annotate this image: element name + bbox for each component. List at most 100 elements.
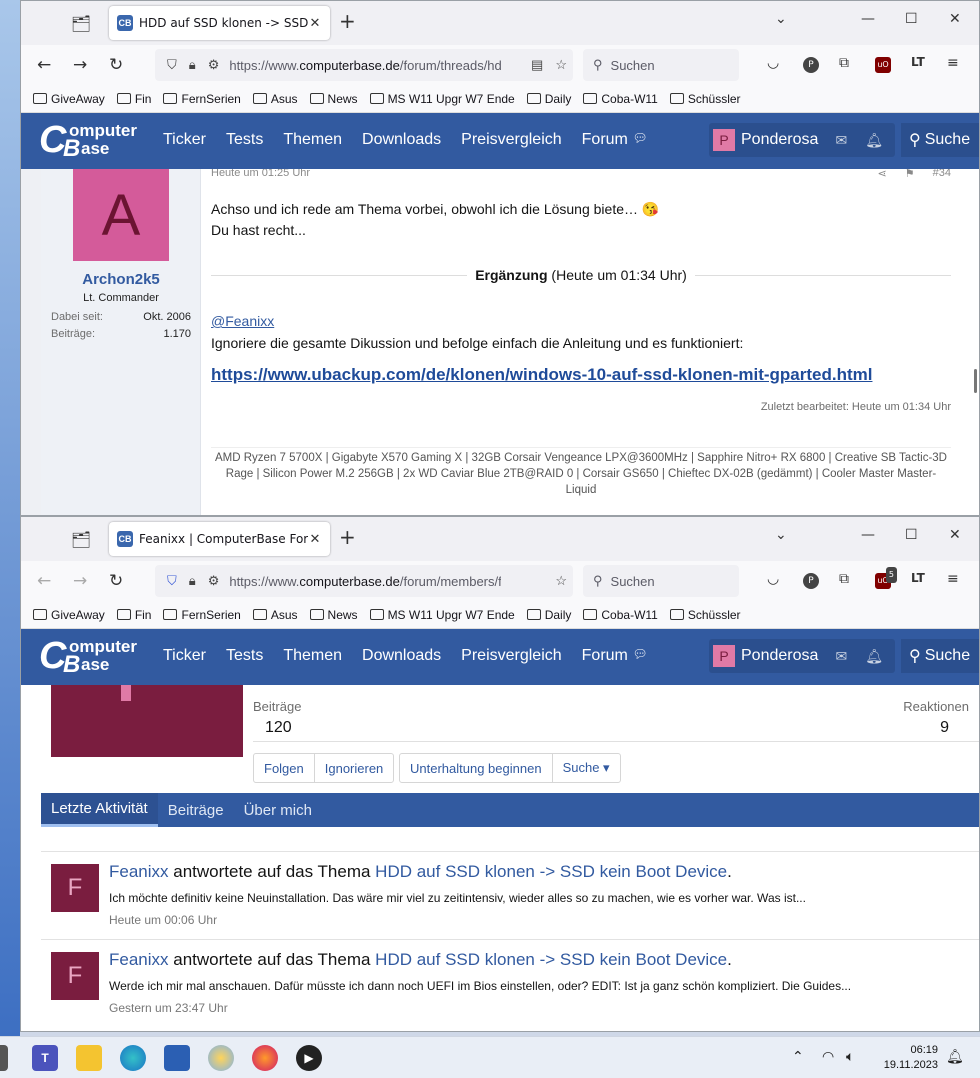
file-explorer-icon[interactable] xyxy=(76,1045,102,1071)
nav-downloads[interactable]: Downloads xyxy=(362,647,441,665)
chevron-up-icon[interactable]: ⌃ xyxy=(792,1049,804,1065)
profile-avatar[interactable] xyxy=(51,685,243,757)
extensions-puzzle-icon[interactable]: ⧉ xyxy=(839,571,849,587)
start-conversation-button[interactable]: Unterhaltung beginnen xyxy=(400,754,553,782)
bell-icon[interactable]: 🔔︎ xyxy=(865,132,883,149)
back-arrow-icon[interactable]: ← xyxy=(37,571,51,591)
forward-arrow-icon[interactable]: → xyxy=(73,571,87,591)
reactions-value[interactable]: 9 xyxy=(940,719,949,737)
post-number[interactable]: #34 xyxy=(933,169,951,180)
maximize-icon[interactable]: ☐ xyxy=(905,527,918,543)
reload-icon[interactable]: ↻ xyxy=(109,55,123,75)
tab-list-icon[interactable]: 🗂 xyxy=(67,525,95,553)
activity-time[interactable]: Heute um 00:06 Uhr xyxy=(109,913,217,927)
bookmark-item[interactable]: News xyxy=(309,608,358,622)
nav-tests[interactable]: Tests xyxy=(226,131,263,149)
nav-themen[interactable]: Themen xyxy=(283,131,342,149)
notification-bell-icon[interactable]: 🔔︎ xyxy=(946,1049,964,1065)
tab-posts[interactable]: Beiträge xyxy=(158,793,234,827)
bookmark-item[interactable]: Schüssler xyxy=(669,608,741,622)
username-link[interactable]: Archon2k5 xyxy=(41,271,201,288)
languagetool-icon[interactable]: LT xyxy=(911,571,925,585)
profile-p-icon[interactable]: P xyxy=(803,57,819,73)
hamburger-menu-icon[interactable]: ≡ xyxy=(947,55,959,71)
lock-icon[interactable]: 🔒︎ xyxy=(189,573,196,589)
bookmark-item[interactable]: FernSerien xyxy=(163,92,241,106)
close-window-icon[interactable]: ✕ xyxy=(949,11,961,27)
pocket-icon[interactable]: ◡ xyxy=(767,571,779,587)
reload-icon[interactable]: ↻ xyxy=(109,571,123,591)
mention-link[interactable]: @Feanixx xyxy=(211,313,274,329)
user-menu[interactable]: P Ponderosa ✉ 🔔︎ xyxy=(709,639,895,673)
teams-icon[interactable]: T xyxy=(32,1045,58,1071)
edge-browser-icon[interactable] xyxy=(120,1045,146,1071)
tab-list-icon[interactable]: 🗂 xyxy=(67,9,95,37)
bookmark-item[interactable]: FernSerien xyxy=(163,608,241,622)
bookmark-item[interactable]: Fin xyxy=(116,92,151,106)
bookmark-icon[interactable]: ⚑ xyxy=(905,169,915,180)
user-link[interactable]: Feanixx xyxy=(109,862,169,881)
shield-icon[interactable]: ⛉ xyxy=(167,573,177,589)
ublock-icon[interactable]: uO 5 xyxy=(875,567,897,589)
nav-preisvergleich[interactable]: Preisvergleich xyxy=(461,647,561,665)
minimize-icon[interactable]: — xyxy=(861,527,875,543)
bookmark-item[interactable]: Coba-W11 xyxy=(583,92,658,106)
bookmark-item[interactable]: Coba-W11 xyxy=(583,608,658,622)
firefox-icon[interactable] xyxy=(252,1045,278,1071)
hamburger-menu-icon[interactable]: ≡ xyxy=(947,571,959,587)
new-tab-button[interactable]: + xyxy=(339,9,356,33)
nav-downloads[interactable]: Downloads xyxy=(362,131,441,149)
avatar[interactable]: F xyxy=(51,864,99,912)
search-dropdown-button[interactable]: Suche ▾ xyxy=(553,754,620,782)
user-link[interactable]: Feanixx xyxy=(109,950,169,969)
computerbase-logo[interactable]: C omputer B ase xyxy=(37,119,141,163)
close-window-icon[interactable]: ✕ xyxy=(949,527,961,543)
bookmark-item[interactable]: MS W11 Upgr W7 Ende xyxy=(369,92,515,106)
activity-time[interactable]: Gestern um 23:47 Uhr xyxy=(109,1001,228,1015)
bookmark-item[interactable]: GiveAway xyxy=(33,608,105,622)
extensions-puzzle-icon[interactable]: ⧉ xyxy=(839,55,849,71)
envelope-icon[interactable]: ✉ xyxy=(835,132,847,149)
bookmark-item[interactable]: Daily xyxy=(526,608,571,622)
bookmark-item[interactable]: Daily xyxy=(526,92,571,106)
search-box[interactable]: ⚲ Suchen xyxy=(583,565,739,597)
nav-tests[interactable]: Tests xyxy=(226,647,263,665)
tab-latest-activity[interactable]: Letzte Aktivität xyxy=(41,793,158,827)
languagetool-icon[interactable]: LT xyxy=(911,55,925,69)
envelope-icon[interactable]: ✉ xyxy=(835,648,847,665)
avatar[interactable]: F xyxy=(51,952,99,1000)
close-tab-icon[interactable]: ✕ xyxy=(308,16,322,31)
tab-profile[interactable]: CB Feanixx | ComputerBase Forum ✕ xyxy=(109,522,330,556)
start-edge-icon[interactable] xyxy=(0,1045,8,1071)
tab-thread[interactable]: CB HDD auf SSD klonen -> SSD kein Boot D… xyxy=(109,6,330,40)
bookmark-item[interactable]: Asus xyxy=(252,92,298,106)
bookmark-item[interactable]: Asus xyxy=(252,608,298,622)
bookmark-item[interactable]: Fin xyxy=(116,608,151,622)
nav-preisvergleich[interactable]: Preisvergleich xyxy=(461,131,561,149)
nav-themen[interactable]: Themen xyxy=(283,647,342,665)
post-date[interactable]: Heute um 01:25 Uhr xyxy=(211,169,310,180)
system-clock[interactable]: 06:19 19.11.2023 xyxy=(884,1043,938,1073)
pocket-icon[interactable]: ◡ xyxy=(767,55,779,71)
tab-about[interactable]: Über mich xyxy=(234,793,322,827)
site-search-button[interactable]: ⚲ Suche xyxy=(901,639,979,673)
maximize-icon[interactable]: ☐ xyxy=(905,11,918,27)
store-icon[interactable] xyxy=(164,1045,190,1071)
shield-icon[interactable]: ⛉ xyxy=(167,57,177,73)
follow-button[interactable]: Folgen xyxy=(254,754,315,782)
bookmark-item[interactable]: GiveAway xyxy=(33,92,105,106)
guide-link[interactable]: https://www.ubackup.com/de/klonen/window… xyxy=(211,365,872,385)
bookmark-item[interactable]: News xyxy=(309,92,358,106)
reader-view-icon[interactable]: ▤ xyxy=(531,57,543,73)
bookmark-item[interactable]: Schüssler xyxy=(669,92,741,106)
media-player-icon[interactable]: ▶ xyxy=(296,1045,322,1071)
scrollbar-thumb[interactable] xyxy=(974,369,977,393)
bookmark-star-icon[interactable]: ☆ xyxy=(555,57,567,73)
close-tab-icon[interactable]: ✕ xyxy=(308,532,322,547)
permissions-icon[interactable]: ⚙ xyxy=(208,573,220,589)
forward-arrow-icon[interactable]: → xyxy=(73,55,87,75)
wifi-icon[interactable]: ◠ xyxy=(822,1049,834,1065)
url-bar[interactable]: ⛉ 🔒︎ ⚙ https://www.computerbase.de/forum… xyxy=(155,565,573,597)
new-tab-button[interactable]: + xyxy=(339,525,356,549)
minimize-icon[interactable]: — xyxy=(861,11,875,27)
